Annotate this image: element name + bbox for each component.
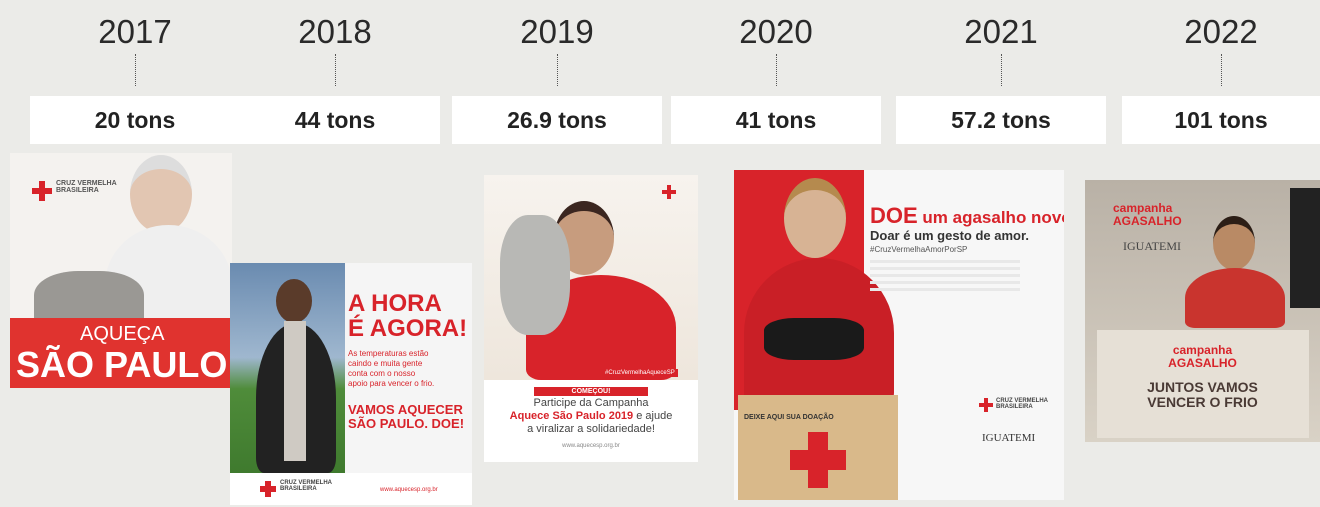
campaign-logo-box: campanha AGASALHO bbox=[1168, 343, 1237, 370]
campaign-name: Aquece São Paulo 2019 bbox=[509, 410, 634, 422]
text-line2-rest: e ajude bbox=[636, 410, 673, 422]
timeline-tick bbox=[1220, 54, 1222, 86]
text-line2: Aquece São Paulo 2019 e ajude bbox=[484, 410, 698, 423]
timeline-tick bbox=[775, 54, 777, 86]
poster-2019: #CruzVermelhaAqueceSP COMEÇOU! Participe… bbox=[484, 175, 698, 462]
person-head bbox=[276, 279, 312, 323]
sweater-image bbox=[500, 215, 570, 335]
timeline-item-2018: 2018 44 tons bbox=[230, 0, 440, 144]
poster-2018: A HORA É AGORA! As temperaturas estão ca… bbox=[230, 263, 472, 505]
timeline-item-2022: 2022 101 tons bbox=[1122, 0, 1320, 144]
poster-2017: CRUZ VERMELHA BRASILEIRA AQUEÇA SÃO PAUL… bbox=[10, 153, 232, 388]
tons-value: 44 tons bbox=[230, 96, 440, 144]
timeline-item-2019: 2019 26.9 tons bbox=[452, 0, 662, 144]
timeline-tick bbox=[1000, 54, 1002, 86]
partner-logo: IGUATEMI bbox=[1123, 239, 1181, 253]
org-name: CRUZ VERMELHA BRASILEIRA bbox=[56, 180, 117, 195]
subheadline: Doar é um gesto de amor. bbox=[870, 228, 1029, 243]
tons-value: 41 tons bbox=[671, 96, 881, 144]
tons-value: 20 tons bbox=[30, 96, 240, 144]
campaign-logo-top: campanha AGASALHO bbox=[1113, 201, 1182, 228]
tons-value: 57.2 tons bbox=[896, 96, 1106, 144]
headline-line1: AQUEÇA bbox=[80, 323, 165, 345]
timeline-tick bbox=[134, 54, 136, 86]
person-head bbox=[130, 155, 192, 233]
body-text: As temperaturas estão caindo e muita gen… bbox=[348, 349, 435, 388]
red-cross-icon bbox=[260, 481, 276, 497]
headline-line2: SÃO PAULO bbox=[16, 344, 228, 385]
headline: A HORA É AGORA! bbox=[348, 290, 468, 343]
store-dark-panel bbox=[1290, 188, 1320, 308]
tons-value: 101 tons bbox=[1122, 96, 1320, 144]
cta-text: VAMOS AQUECER SÃO PAULO. DOE! bbox=[348, 402, 465, 431]
poster-2020: DEIXE AQUI SUA DOAÇÃO DOE um agasalho no… bbox=[734, 170, 1064, 500]
fine-print bbox=[870, 260, 1020, 294]
headline-doe: DOE bbox=[870, 203, 918, 228]
tagline: JUNTOS VAMOS VENCER O FRIO bbox=[1147, 379, 1258, 410]
red-cross-icon bbox=[662, 185, 676, 199]
timeline-tick bbox=[556, 54, 558, 86]
timeline-item-2017: 2017 20 tons bbox=[30, 0, 240, 144]
scarf-image bbox=[284, 321, 306, 461]
year-label: 2022 bbox=[1184, 13, 1258, 50]
red-cross-icon bbox=[979, 398, 993, 412]
timeline-tick bbox=[334, 54, 336, 86]
badge: COMEÇOU! bbox=[534, 387, 648, 397]
text-line3: a viralizar a solidariedade! bbox=[527, 423, 655, 435]
hashtag: #CruzVermelhaAqueceSP bbox=[602, 369, 678, 378]
person-head bbox=[1213, 216, 1255, 270]
year-label: 2017 bbox=[98, 13, 172, 50]
url-text: www.aquecesp.org.br bbox=[562, 443, 620, 449]
person-body bbox=[1185, 268, 1285, 328]
box-label: DEIXE AQUI SUA DOAÇÃO bbox=[744, 414, 834, 421]
tons-value: 26.9 tons bbox=[452, 96, 662, 144]
partner-logo: IGUATEMI bbox=[982, 432, 1036, 444]
headline-rest: um agasalho novo! bbox=[917, 208, 1064, 227]
year-label: 2018 bbox=[298, 13, 372, 50]
url-text: www.aquecesp.org.br bbox=[380, 487, 438, 493]
timeline-item-2020: 2020 41 tons bbox=[671, 0, 881, 144]
red-cross-icon bbox=[790, 432, 846, 488]
headline: DOE um agasalho novo! bbox=[870, 204, 1064, 227]
hashtag: #CruzVermelhaAmorPorSP bbox=[870, 245, 968, 254]
text-line1: Participe da Campanha bbox=[533, 397, 649, 409]
year-label: 2019 bbox=[520, 13, 594, 50]
year-label: 2021 bbox=[964, 13, 1038, 50]
org-name: CRUZ VERMELHA BRASILEIRA bbox=[280, 480, 332, 493]
red-cross-icon bbox=[32, 181, 52, 201]
poster-2022: campanha AGASALHO IGUATEMI campanha AGAS… bbox=[1085, 180, 1320, 442]
person-head bbox=[784, 178, 846, 258]
org-name: CRUZ VERMELHA BRASILEIRA bbox=[996, 398, 1048, 411]
clothes-stack bbox=[764, 318, 864, 360]
year-label: 2020 bbox=[739, 13, 813, 50]
timeline-item-2021: 2021 57.2 tons bbox=[896, 0, 1106, 144]
